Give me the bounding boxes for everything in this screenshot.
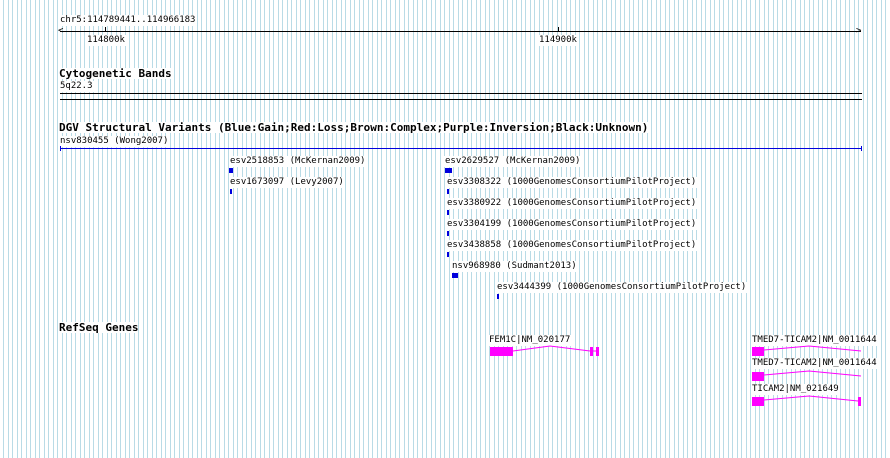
gene-exon[interactable] [752, 347, 764, 356]
dgv-feature-label[interactable]: esv3380922 (1000GenomesConsortiumPilotPr… [446, 198, 698, 209]
dgv-feature-label[interactable]: esv3444399 (1000GenomesConsortiumPilotPr… [496, 282, 748, 293]
dgv-feature-label[interactable]: esv3438858 (1000GenomesConsortiumPilotPr… [446, 240, 698, 251]
dgv-feature-bar[interactable] [452, 273, 458, 278]
gene-exon[interactable] [752, 372, 764, 381]
ruler-tick-label: 114800k [86, 35, 126, 46]
ruler-tick [105, 27, 106, 32]
gene-intron-line [512, 345, 597, 352]
ruler-right-arrow-icon: > [856, 26, 862, 36]
gene-intron-line [764, 370, 862, 377]
gene-intron-line [764, 345, 862, 352]
dgv-feature-bar[interactable] [60, 148, 862, 149]
gene-intron-line [764, 395, 859, 402]
dgv-feature-label[interactable]: esv2629527 (McKernan2009) [444, 156, 582, 167]
dgv-feature-bar[interactable] [229, 168, 233, 173]
dgv-feature-bar-end [60, 146, 61, 151]
gene-label[interactable]: TICAM2|NM_021649 [751, 384, 840, 395]
dgv-feature-bar[interactable] [497, 294, 499, 299]
region-coordinates: chr5:114789441..114966183 [59, 15, 197, 26]
dgv-feature-bar[interactable] [445, 168, 452, 173]
dgv-feature-label[interactable]: nsv830455 (Wong2007) [59, 136, 170, 147]
gene-exon[interactable] [752, 397, 764, 406]
dgv-feature-bar[interactable] [230, 189, 232, 194]
dgv-feature-label[interactable]: esv3308322 (1000GenomesConsortiumPilotPr… [446, 177, 698, 188]
cytoband-bar-bottom [60, 99, 862, 100]
ruler-tick-label: 114900k [538, 35, 578, 46]
ruler-left-arrow-icon: < [58, 26, 64, 36]
dgv-track-title[interactable]: DGV Structural Variants (Blue:Gain;Red:L… [59, 122, 649, 133]
dgv-feature-bar[interactable] [447, 210, 449, 215]
dgv-feature-label[interactable]: nsv968980 (Sudmant2013) [451, 261, 578, 272]
dgv-feature-label[interactable]: esv1673097 (Levy2007) [229, 177, 345, 188]
cytoband-track-title[interactable]: Cytogenetic Bands [59, 68, 172, 79]
dgv-feature-bar[interactable] [447, 189, 449, 194]
dgv-feature-bar-end [861, 146, 862, 151]
ruler-tick [558, 27, 559, 32]
dgv-feature-label[interactable]: esv2518853 (McKernan2009) [229, 156, 367, 167]
ruler-axis [60, 31, 861, 32]
dgv-feature-bar[interactable] [447, 252, 449, 257]
cytoband-label: 5q22.3 [59, 81, 94, 92]
dgv-feature-label[interactable]: esv3304199 (1000GenomesConsortiumPilotPr… [446, 219, 698, 230]
cytoband-bar-top [60, 93, 862, 94]
refseq-track-title[interactable]: RefSeq Genes [59, 322, 139, 333]
dgv-feature-bar[interactable] [447, 231, 449, 236]
gene-label[interactable]: TMED7-TICAM2|NM_0011644 [751, 358, 878, 369]
